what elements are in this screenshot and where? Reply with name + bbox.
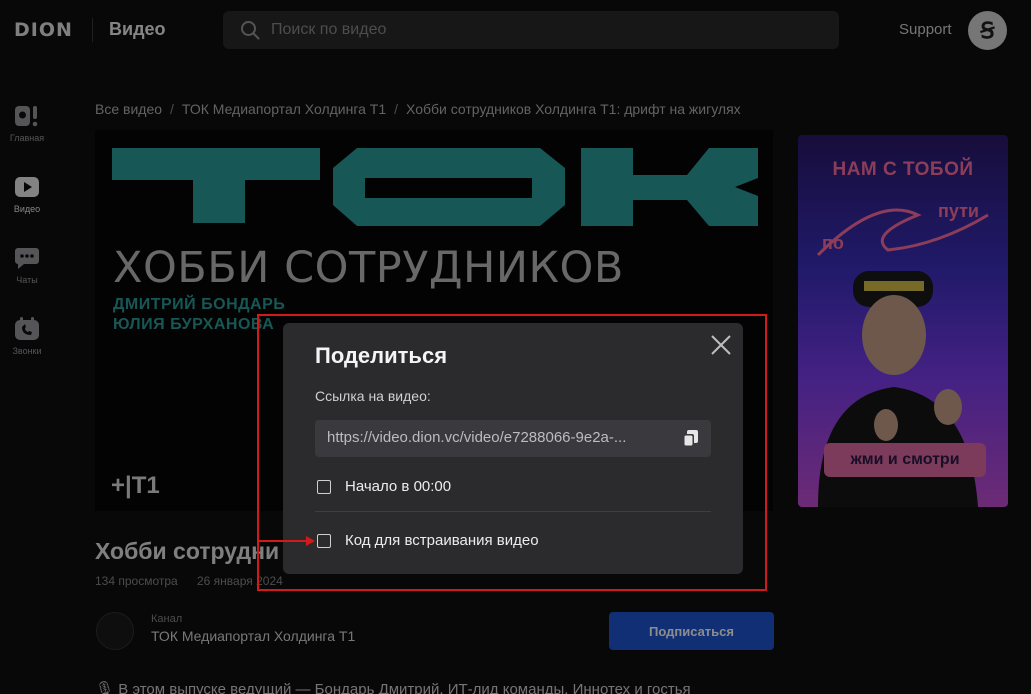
- highlight-frame: [257, 314, 767, 591]
- highlight-arrow-head: [306, 536, 315, 546]
- highlight-arrow: [258, 540, 308, 542]
